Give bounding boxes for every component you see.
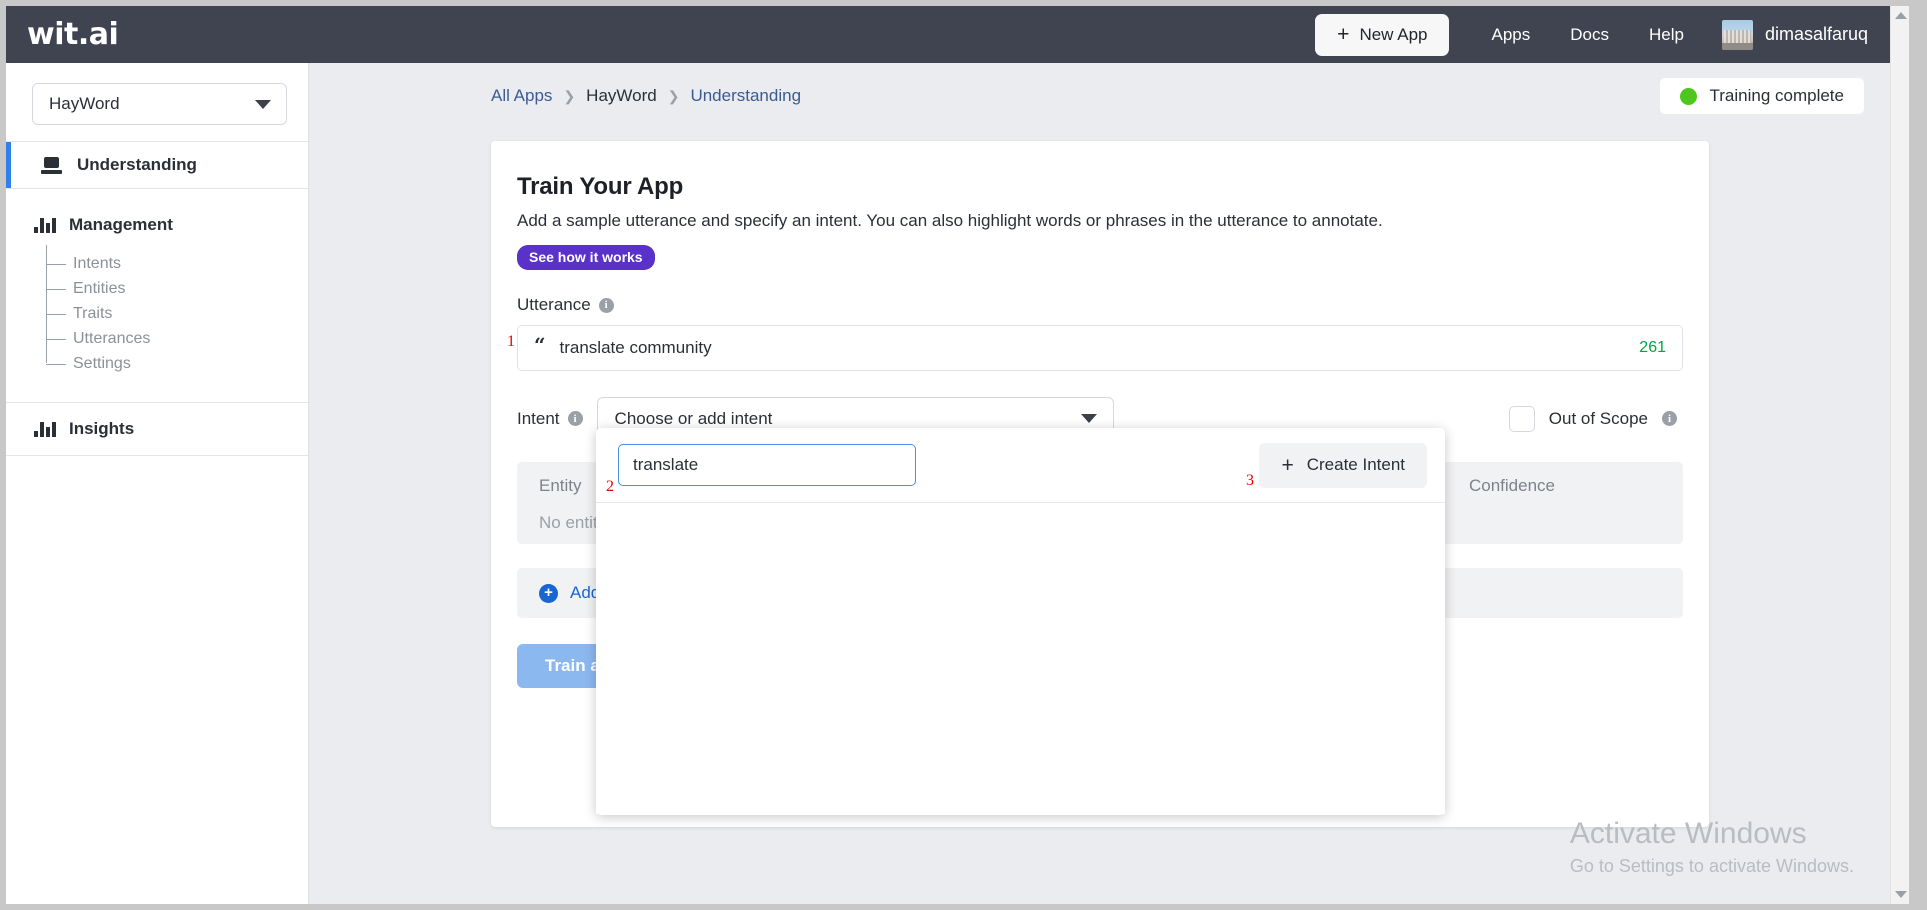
breadcrumb-item-understanding[interactable]: Understanding: [690, 86, 801, 106]
nav-link-docs[interactable]: Docs: [1550, 25, 1629, 45]
confidence-column-header: Confidence: [1469, 476, 1556, 495]
new-app-button[interactable]: + New App: [1315, 13, 1450, 56]
username-label[interactable]: dimasalfaruq: [1765, 24, 1868, 45]
intent-search-input[interactable]: [618, 444, 916, 486]
app-selector-wrap: HayWord: [6, 63, 308, 141]
create-intent-button[interactable]: + Create Intent: [1259, 442, 1427, 488]
sidebar-item-utterances[interactable]: Utterances: [46, 326, 308, 351]
status-dot-icon: [1679, 87, 1697, 105]
breadcrumb-separator-icon: ❯: [563, 87, 576, 104]
info-icon[interactable]: i: [598, 297, 614, 313]
plus-circle-icon: +: [539, 583, 558, 603]
sidebar-management-section: Management Intents Entities Traits Utter…: [6, 189, 308, 402]
breadcrumb-item-hayword[interactable]: HayWord: [586, 86, 657, 106]
screenshot-viewport: wit.ai + New App Apps Docs Help dimasalf…: [0, 0, 1927, 910]
intent-field-label: Intent i: [517, 409, 583, 429]
breadcrumb-item-all-apps[interactable]: All Apps: [491, 86, 552, 106]
avatar[interactable]: [1721, 19, 1753, 50]
watermark-subtitle: Go to Settings to activate Windows.: [1569, 856, 1854, 876]
training-status-badge[interactable]: Training complete: [1659, 78, 1864, 114]
plus-icon: +: [1337, 23, 1350, 46]
sidebar-understanding-section: Understanding: [6, 141, 308, 189]
chevron-down-icon: [255, 99, 271, 109]
chevron-down-icon: [1080, 414, 1097, 423]
training-status-label: Training complete: [1709, 86, 1845, 105]
breadcrumb: All Apps ❯ HayWord ❯ Understanding: [491, 86, 801, 106]
step-marker-1: 1: [507, 333, 515, 350]
card-subtitle: Add a sample utterance and specify an in…: [517, 211, 1383, 230]
utterance-field-label: Utterance i: [517, 295, 1683, 315]
intent-select-placeholder: Choose or add intent: [614, 408, 773, 428]
sidebar-item-management[interactable]: Management: [6, 215, 308, 235]
create-intent-label: Create Intent: [1306, 455, 1405, 474]
browser-page: wit.ai + New App Apps Docs Help dimasalf…: [6, 6, 1909, 904]
sidebar-item-management-label: Management: [69, 215, 173, 234]
app-selector[interactable]: HayWord: [32, 83, 287, 125]
character-counter: 261: [1639, 339, 1666, 356]
robot-icon: [41, 156, 63, 174]
info-icon[interactable]: i: [1662, 411, 1677, 426]
utterance-row: “ translate community 261: [517, 325, 1683, 371]
intent-dropdown-panel: + Create Intent: [596, 428, 1445, 815]
scroll-down-arrow-icon[interactable]: [1895, 891, 1907, 898]
sidebar: HayWord Understanding Management Intents…: [6, 63, 309, 904]
app-selector-value: HayWord: [49, 94, 120, 113]
sidebar-management-sublist: Intents Entities Traits Utterances Setti…: [46, 245, 308, 376]
sidebar-item-insights[interactable]: Insights: [6, 402, 308, 456]
utterance-value: translate community: [559, 338, 712, 357]
info-icon[interactable]: i: [567, 411, 583, 426]
sidebar-item-understanding[interactable]: Understanding: [6, 142, 308, 188]
top-nav-right-group: + New App Apps Docs Help dimasalfaruq: [1315, 6, 1890, 63]
top-navigation-bar: wit.ai + New App Apps Docs Help dimasalf…: [6, 6, 1890, 63]
new-app-label: New App: [1359, 24, 1428, 44]
sidebar-item-intents[interactable]: Intents: [46, 251, 308, 276]
sidebar-item-insights-label: Insights: [69, 419, 135, 438]
out-of-scope-group: Out of Scope i: [1508, 405, 1683, 432]
intent-label-text: Intent: [517, 408, 560, 428]
intent-dropdown-toolbar: + Create Intent: [596, 428, 1445, 503]
utterance-label-text: Utterance: [517, 295, 591, 314]
chart-bars-icon: [34, 217, 56, 233]
scroll-up-arrow-icon[interactable]: [1895, 12, 1907, 19]
breadcrumb-separator-icon: ❯: [667, 87, 680, 104]
page-title: Train Your App: [517, 173, 684, 200]
step-marker-3: 3: [1246, 472, 1254, 489]
nav-link-apps[interactable]: Apps: [1471, 25, 1550, 45]
utterance-input[interactable]: “ translate community 261: [517, 325, 1683, 371]
out-of-scope-checkbox[interactable]: [1508, 405, 1535, 432]
plus-icon: +: [1281, 453, 1294, 477]
chart-bars-icon: [34, 421, 56, 437]
see-how-it-works-pill[interactable]: See how it works: [517, 245, 655, 270]
main-header: All Apps ❯ HayWord ❯ Understanding Train…: [309, 63, 1890, 129]
wit-ai-logo[interactable]: wit.ai: [27, 17, 119, 52]
intent-results-list[interactable]: [596, 503, 1445, 814]
sidebar-item-understanding-label: Understanding: [77, 155, 197, 174]
out-of-scope-label: Out of Scope: [1548, 408, 1648, 428]
step-marker-2: 2: [606, 478, 614, 495]
nav-link-help[interactable]: Help: [1629, 25, 1704, 45]
sidebar-item-settings[interactable]: Settings: [46, 351, 308, 376]
quote-icon: “: [534, 333, 546, 357]
page-scrollbar[interactable]: [1890, 6, 1909, 904]
sidebar-item-traits[interactable]: Traits: [46, 301, 308, 326]
sidebar-item-entities[interactable]: Entities: [46, 276, 308, 301]
